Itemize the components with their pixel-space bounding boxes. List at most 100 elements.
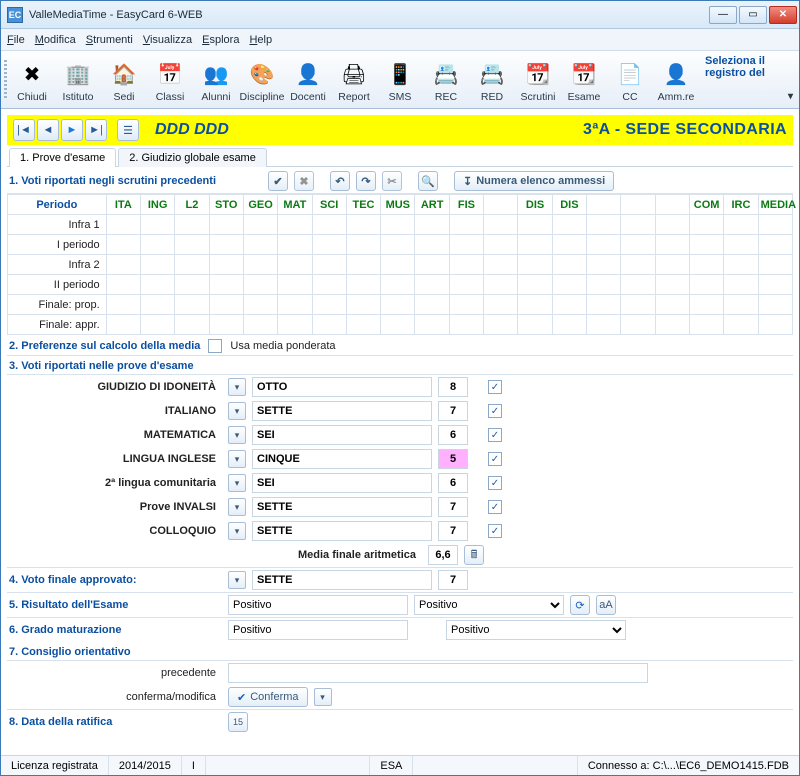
grid-cell[interactable] xyxy=(484,215,518,235)
nav-play-button[interactable]: ► xyxy=(61,119,83,141)
grid-cell[interactable] xyxy=(449,255,483,275)
menu-modifica[interactable]: Modifica xyxy=(35,34,76,46)
case-button[interactable]: aA xyxy=(596,595,616,615)
conferma-dd[interactable]: ▾ xyxy=(314,688,332,706)
grid-cell[interactable] xyxy=(724,315,758,335)
grid-cell[interactable] xyxy=(758,255,792,275)
grid-cell[interactable] xyxy=(484,295,518,315)
grid-cell[interactable] xyxy=(587,235,621,255)
voto-finale-num[interactable]: 7 xyxy=(438,570,468,590)
precedente-input[interactable] xyxy=(228,663,648,683)
grid-cell[interactable] xyxy=(518,235,552,255)
nav-last-button[interactable]: ►| xyxy=(85,119,107,141)
grid-cell[interactable] xyxy=(381,315,415,335)
grid-cell[interactable] xyxy=(518,255,552,275)
grid-cell[interactable] xyxy=(655,235,689,255)
grid-cell[interactable] xyxy=(552,235,586,255)
date-picker-button[interactable]: 15 xyxy=(228,712,248,732)
grid-cell[interactable] xyxy=(346,315,380,335)
toolbar-red[interactable]: 📇RED xyxy=(469,51,515,108)
toolbar-sms[interactable]: 📱SMS xyxy=(377,51,423,108)
grid-cell[interactable] xyxy=(415,295,449,315)
grid-cell[interactable] xyxy=(346,215,380,235)
grid-cell[interactable] xyxy=(312,255,346,275)
grid-cell[interactable] xyxy=(449,315,483,335)
toolbar-esame[interactable]: 📆Esame xyxy=(561,51,607,108)
cancel-edit-button[interactable]: ✖ xyxy=(294,171,314,191)
grid-cell[interactable] xyxy=(518,275,552,295)
grid-cell[interactable] xyxy=(758,295,792,315)
prove-word[interactable]: SETTE xyxy=(252,401,432,421)
grid-cell[interactable] xyxy=(381,275,415,295)
grid-cell[interactable] xyxy=(415,255,449,275)
grid-cell[interactable] xyxy=(621,295,655,315)
grid-cell[interactable] xyxy=(243,295,277,315)
registro-selector[interactable]: Seleziona il registro del xyxy=(699,51,799,108)
grid-cell[interactable] xyxy=(655,215,689,235)
grid-cell[interactable] xyxy=(140,315,174,335)
grid-cell[interactable] xyxy=(587,295,621,315)
prove-word[interactable]: CINQUE xyxy=(252,449,432,469)
toolbar-sedi[interactable]: 🏠Sedi xyxy=(101,51,147,108)
undo-button[interactable]: ↶ xyxy=(330,171,350,191)
redo-button[interactable]: ↷ xyxy=(356,171,376,191)
grid-cell[interactable] xyxy=(312,235,346,255)
grid-cell[interactable] xyxy=(243,275,277,295)
grid-cell[interactable] xyxy=(552,295,586,315)
risultato-esame-select[interactable]: Positivo xyxy=(414,595,564,615)
grid-cell[interactable] xyxy=(381,235,415,255)
grid-cell[interactable] xyxy=(552,275,586,295)
grid-cell[interactable] xyxy=(209,215,243,235)
prove-check[interactable]: ✓ xyxy=(488,524,502,538)
grid-cell[interactable] xyxy=(312,275,346,295)
grid-cell[interactable] xyxy=(346,235,380,255)
grid-cell[interactable] xyxy=(724,255,758,275)
grid-cell[interactable] xyxy=(621,215,655,235)
menu-esplora[interactable]: Esplora xyxy=(202,34,239,46)
usa-media-ponderata-checkbox[interactable] xyxy=(208,339,222,353)
grid-cell[interactable] xyxy=(140,215,174,235)
grid-cell[interactable] xyxy=(175,275,209,295)
grid-cell[interactable] xyxy=(346,295,380,315)
grid-cell[interactable] xyxy=(243,255,277,275)
prove-dd[interactable]: ▾ xyxy=(228,498,246,516)
grid-cell[interactable] xyxy=(140,255,174,275)
prove-num[interactable]: 7 xyxy=(438,521,468,541)
toolbar-report[interactable]: 🖨Report xyxy=(331,51,377,108)
grid-cell[interactable] xyxy=(106,295,140,315)
grid-cell[interactable] xyxy=(621,255,655,275)
grid-cell[interactable] xyxy=(724,215,758,235)
grid-cell[interactable] xyxy=(209,235,243,255)
conferma-button[interactable]: ✔Conferma xyxy=(228,687,308,707)
prove-check[interactable]: ✓ xyxy=(488,452,502,466)
prove-check[interactable]: ✓ xyxy=(488,476,502,490)
grid-cell[interactable] xyxy=(484,235,518,255)
grid-cell[interactable] xyxy=(518,315,552,335)
grid-cell[interactable] xyxy=(689,235,723,255)
grid-cell[interactable] xyxy=(621,235,655,255)
menu-help[interactable]: Help xyxy=(249,34,272,46)
toolbar-istituto[interactable]: 🏢Istituto xyxy=(55,51,101,108)
prove-num[interactable]: 7 xyxy=(438,497,468,517)
nav-list-button[interactable]: ☰ xyxy=(117,119,139,141)
prove-dd[interactable]: ▾ xyxy=(228,474,246,492)
grid-cell[interactable] xyxy=(278,275,312,295)
grid-cell[interactable] xyxy=(243,315,277,335)
grid-cell[interactable] xyxy=(621,315,655,335)
grid-cell[interactable] xyxy=(689,295,723,315)
grid-cell[interactable] xyxy=(689,275,723,295)
grid-cell[interactable] xyxy=(689,255,723,275)
prove-num[interactable]: 6 xyxy=(438,425,468,445)
grid-cell[interactable] xyxy=(106,235,140,255)
grid-cell[interactable] xyxy=(449,275,483,295)
grid-cell[interactable] xyxy=(587,255,621,275)
zoom-button[interactable]: 🔍 xyxy=(418,171,438,191)
toolbar-discipline[interactable]: 🎨Discipline xyxy=(239,51,285,108)
grid-cell[interactable] xyxy=(415,215,449,235)
grid-cell[interactable] xyxy=(278,295,312,315)
minimize-button[interactable]: ― xyxy=(709,6,737,24)
toolbar-docenti[interactable]: 👤Docenti xyxy=(285,51,331,108)
grid-cell[interactable] xyxy=(312,215,346,235)
prove-num[interactable]: 7 xyxy=(438,401,468,421)
grid-cell[interactable] xyxy=(243,215,277,235)
